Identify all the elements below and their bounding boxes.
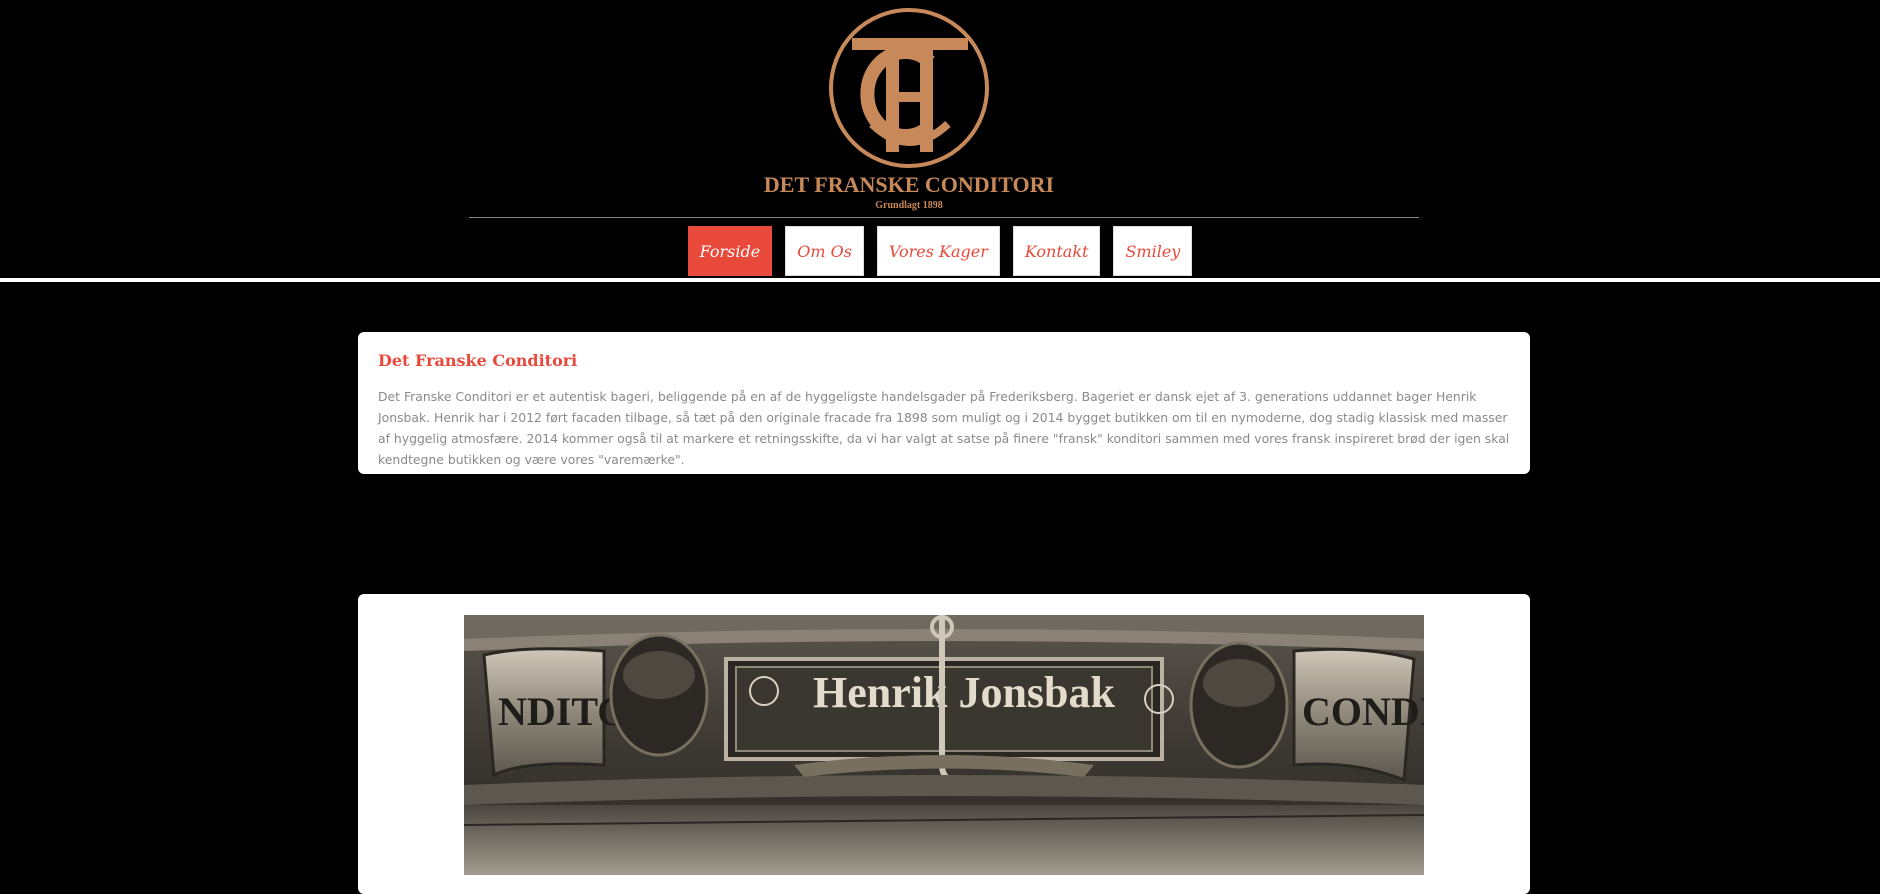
logo-area: DET FRANSKE CONDITORI Grundlagt 1898 [0, 0, 1880, 215]
nav-item-kontakt[interactable]: Kontakt [1012, 226, 1101, 276]
brand-logo[interactable]: DET FRANSKE CONDITORI Grundlagt 1898 [752, 4, 1128, 214]
intro-card: Det Franske Conditori Det Franske Condit… [358, 332, 1530, 474]
storefront-photo: NDITORI Henrik Jonsbak CONDI [464, 615, 1424, 875]
photo-card: NDITORI Henrik Jonsbak CONDI [358, 594, 1530, 894]
header-rule [469, 217, 1419, 218]
photo-sign-text: Henrik Jonsbak [813, 668, 1116, 717]
nav-item-vores-kager[interactable]: Vores Kager [876, 226, 1000, 276]
header-divider [0, 278, 1880, 282]
photo-right-lettering: CONDI [1302, 689, 1424, 734]
site-header: DET FRANSKE CONDITORI Grundlagt 1898 For… [0, 0, 1880, 278]
nav-item-om-os[interactable]: Om Os [785, 226, 864, 276]
main-nav: Forside Om Os Vores Kager Kontakt Smiley [0, 226, 1880, 278]
intro-title: Det Franske Conditori [378, 351, 578, 370]
logo-brand-name: DET FRANSKE CONDITORI [764, 172, 1054, 197]
logo-tagline: Grundlagt 1898 [875, 200, 943, 211]
logo-monogram-t-bar [852, 38, 968, 50]
logo-monogram-h-bar [886, 92, 933, 102]
intro-text: Det Franske Conditori er et autentisk ba… [378, 389, 1510, 467]
nav-item-smiley[interactable]: Smiley [1113, 226, 1193, 276]
nav-item-forside[interactable]: Forside [687, 226, 773, 276]
